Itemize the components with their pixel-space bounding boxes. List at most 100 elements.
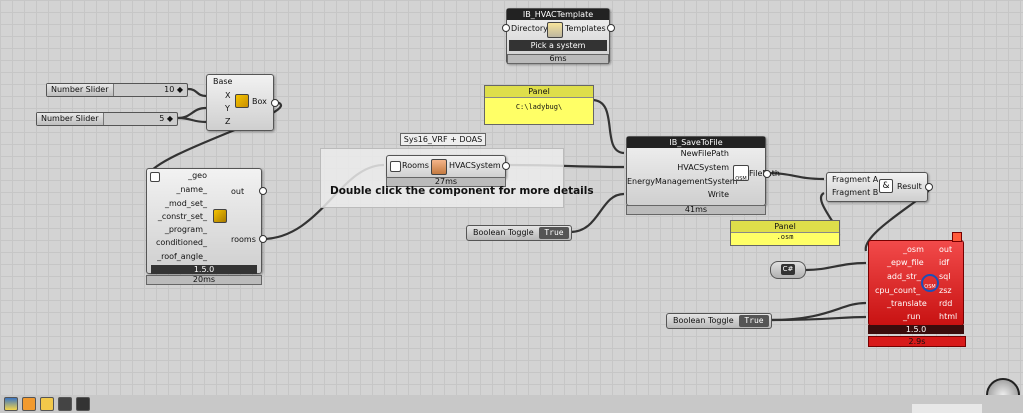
wire-toggle-save — [569, 192, 625, 234]
osm-icon: OSM — [733, 165, 749, 182]
panel-text: .osm — [776, 233, 794, 241]
rss-icon[interactable] — [22, 397, 36, 411]
group-title: Sys16_VRF + DOAS — [400, 133, 486, 146]
input-label: _geo — [188, 171, 207, 180]
slider-value: 5 ◆ — [159, 114, 173, 123]
input-label: X — [225, 91, 231, 100]
wire-slider1-x — [187, 87, 207, 98]
slider-name: Number Slider — [47, 84, 114, 96]
input-label: _program_ — [164, 225, 207, 234]
output-label: Result — [897, 182, 922, 191]
csharp-param[interactable]: C# — [770, 261, 806, 279]
output-label: rdd — [939, 299, 953, 308]
output-label: Templates — [565, 24, 606, 33]
output-label: Box — [252, 97, 267, 106]
input-label: HVACSystem — [677, 163, 729, 172]
input-label: NewFilePath — [680, 149, 729, 158]
csharp-label: C# — [781, 264, 795, 275]
vrf-doas-component[interactable]: Rooms HVACSystem — [386, 155, 506, 179]
box-icon — [235, 94, 249, 108]
extension-panel[interactable]: Panel .osm — [730, 220, 840, 246]
python-icon[interactable] — [4, 397, 18, 411]
output-grip[interactable] — [763, 170, 771, 178]
status-bar — [0, 395, 1023, 413]
save-to-file-component[interactable]: IB_SaveToFile NewFilePath HVACSystem Ene… — [626, 136, 780, 206]
number-slider-2[interactable]: Number Slider 5 ◆ — [36, 112, 178, 126]
boolean-toggle-2[interactable]: Boolean Toggle True — [666, 313, 772, 329]
osm-run-icon-text: OSM — [924, 284, 936, 290]
version-badge: 1.5.0 — [151, 265, 257, 274]
ampersand-icon: & — [879, 179, 893, 193]
output-label: sql — [939, 272, 951, 281]
timing-badge: 6ms — [507, 54, 609, 64]
input-grip[interactable] — [502, 24, 510, 32]
output-grip[interactable] — [925, 183, 933, 191]
wire-cs-osm — [805, 261, 867, 272]
output-grip[interactable] — [259, 235, 267, 243]
panel-header: Panel — [731, 221, 839, 233]
input-label: conditioned_ — [156, 238, 207, 247]
input-label: Directory — [511, 24, 548, 33]
output-label: html — [939, 312, 958, 321]
timing-badge: 41ms — [626, 205, 766, 215]
input-label: Rooms — [402, 161, 429, 170]
input-label: Fragment B — [832, 188, 879, 197]
room-component[interactable]: _geo _name_ _mod_set_ _constr_set_ _prog… — [146, 168, 262, 274]
box-component[interactable]: Base X Y Z Box — [206, 74, 274, 131]
system-tray — [912, 404, 982, 413]
toggle-value[interactable]: True — [739, 315, 769, 327]
component-title: IB_SaveToFile — [627, 137, 765, 148]
output-label: HVACSystem — [449, 161, 501, 170]
group-note: Double click the component for more deta… — [330, 185, 594, 197]
input-label: _run — [903, 312, 921, 321]
hvac-icon — [431, 159, 447, 175]
timing-badge: 20ms — [146, 275, 262, 285]
input-label: Z — [225, 117, 231, 126]
input-label: _translate — [887, 299, 927, 308]
pick-system-button[interactable]: Pick a system — [509, 40, 607, 51]
wire-panel-save — [591, 98, 625, 155]
menu-icon — [390, 161, 401, 172]
path-panel[interactable]: Panel C:\ladybug\ — [484, 85, 594, 125]
output-label: zsz — [939, 286, 952, 295]
script-icon[interactable] — [76, 397, 90, 411]
toggle-label: Boolean Toggle — [473, 228, 534, 237]
input-label: _constr_set_ — [157, 212, 207, 221]
output-label: idf — [939, 258, 950, 267]
output-grip[interactable] — [259, 187, 267, 195]
input-label: _osm — [903, 245, 924, 254]
input-label: _epw_file — [887, 258, 924, 267]
version-badge: 1.5.0 — [868, 325, 964, 334]
input-label: _name_ — [176, 185, 207, 194]
toggle-label: Boolean Toggle — [673, 316, 734, 325]
input-label: Write — [707, 190, 729, 199]
input-label: Fragment A — [832, 175, 879, 184]
boolean-toggle-1[interactable]: Boolean Toggle True — [466, 225, 572, 241]
slider-name: Number Slider — [37, 113, 104, 125]
device-icon[interactable] — [58, 397, 72, 411]
output-grip[interactable] — [271, 99, 279, 107]
input-label: add_str_ — [887, 272, 921, 281]
wire-slider2-z — [177, 116, 207, 124]
chart-icon[interactable] — [40, 397, 54, 411]
number-slider-1[interactable]: Number Slider 10 ◆ — [46, 83, 188, 97]
input-label: _mod_set_ — [165, 199, 207, 208]
timing-badge: 2.9s — [868, 336, 966, 347]
error-flag[interactable] — [952, 232, 962, 242]
panel-header: Panel — [485, 86, 593, 98]
concatenate-component[interactable]: Fragment A Fragment B & Result — [826, 172, 928, 202]
input-label: Y — [225, 104, 230, 113]
output-grip[interactable] — [607, 24, 615, 32]
input-label: _roof_angle_ — [157, 252, 207, 261]
toggle-value[interactable]: True — [539, 227, 569, 239]
input-label: cpu_count_ — [875, 286, 921, 295]
input-label: EnergyManagementSystem — [627, 177, 738, 186]
output-label: rooms — [231, 235, 256, 244]
osm-icon-text: OSM — [735, 176, 747, 182]
output-label: out — [939, 245, 953, 254]
run-osm-component[interactable]: _osm _epw_file add_str_ cpu_count_ _tran… — [868, 240, 964, 326]
panel-text: C:\ladybug\ — [515, 103, 563, 111]
output-grip[interactable] — [502, 162, 510, 170]
osm-run-icon: OSM — [921, 274, 939, 292]
hvac-template-component[interactable]: IB_HVACTemplate Directory Templates Pick… — [506, 8, 610, 64]
